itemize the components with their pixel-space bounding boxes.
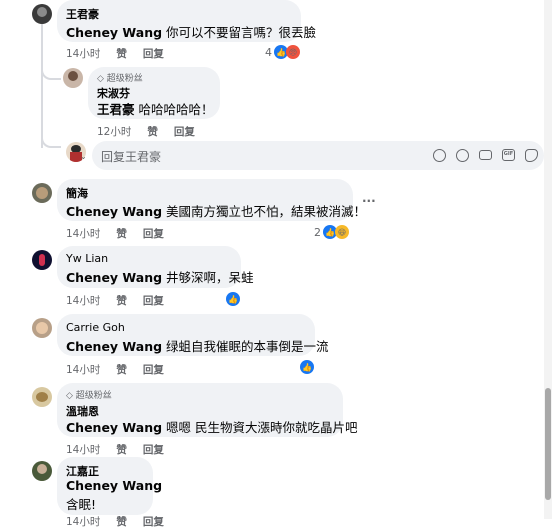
mention-link[interactable]: Cheney Wang — [66, 204, 162, 219]
avatar-sticker-icon[interactable] — [433, 149, 446, 162]
comment-text: Cheney Wang 绿蛆自我催眠的本事倒是一流 — [66, 336, 329, 355]
comment-body: 绿蛆自我催眠的本事倒是一流 — [166, 339, 329, 354]
reply-text: 王君豪 哈哈哈哈哈！ — [97, 99, 214, 118]
comment-body: 含眠! — [66, 497, 97, 512]
reaction-summary[interactable]: 4 👍 😠 — [265, 45, 300, 59]
comment-text: Cheney Wang 井够深啊，呆蛙 — [66, 267, 254, 286]
avatar[interactable] — [32, 4, 52, 24]
reply-button[interactable]: 回复 — [143, 293, 164, 308]
reply-button[interactable]: 回复 — [143, 46, 164, 61]
reply-button[interactable]: 回复 — [143, 226, 164, 241]
avatar[interactable] — [32, 250, 52, 270]
mention-link[interactable]: Cheney Wang — [66, 270, 162, 285]
avatar[interactable] — [32, 461, 52, 481]
comment-author[interactable]: 簡海 — [66, 185, 88, 201]
gif-icon[interactable]: GIF — [502, 149, 515, 161]
reaction-summary[interactable]: 👍 — [300, 360, 314, 374]
reaction-summary[interactable]: 👍 — [226, 292, 240, 306]
reply-input-placeholder: 回复王君豪 — [101, 150, 162, 164]
comment-author[interactable]: 王君豪 — [66, 6, 99, 22]
like-button[interactable]: 赞 — [116, 226, 127, 241]
like-button[interactable]: 赞 — [116, 442, 127, 457]
reply-button[interactable]: 回复 — [174, 124, 195, 139]
reply-body: 哈哈哈哈哈！ — [138, 102, 214, 117]
reply-time[interactable]: 12小时 — [97, 124, 131, 139]
comment-time[interactable]: 14小时 — [66, 362, 100, 377]
comment-meta: 14小时 赞 回复 — [66, 226, 180, 241]
mention-link[interactable]: 王君豪 — [97, 102, 135, 117]
like-button[interactable]: 赞 — [116, 514, 127, 529]
like-button[interactable]: 赞 — [147, 124, 158, 139]
reply-meta: 12小时 赞 回复 — [97, 124, 211, 139]
mention-link[interactable]: Cheney Wang — [66, 478, 162, 493]
reaction-count: 4 — [265, 45, 272, 59]
reply-button[interactable]: 回复 — [143, 442, 164, 457]
like-button[interactable]: 赞 — [116, 46, 127, 61]
like-icon: 👍 — [226, 292, 240, 306]
comment-time[interactable]: 14小时 — [66, 514, 100, 529]
comment-author[interactable]: 江嘉正 — [66, 463, 99, 479]
thread-elbow — [41, 128, 61, 148]
thread-elbow — [41, 60, 61, 80]
mention-link[interactable]: Cheney Wang — [66, 339, 162, 354]
reply-button[interactable]: 回复 — [143, 514, 164, 529]
comment-text: Cheney Wang 你可以不要留言嗎？很丟臉 — [66, 22, 316, 41]
diamond-icon: ◇ — [97, 74, 104, 84]
comment-text: Cheney Wang 嗯嗯 民生物資大漲時你就吃晶片吧 — [66, 417, 358, 436]
camera-icon[interactable] — [479, 150, 492, 160]
comment-body: 你可以不要留言嗎？很丟臉 — [166, 25, 317, 40]
emoji-icon[interactable] — [456, 149, 469, 162]
angry-icon: 😠 — [286, 45, 300, 59]
like-button[interactable]: 赞 — [116, 362, 127, 377]
comment-meta: 14小时 赞 回复 — [66, 293, 180, 308]
comment-author[interactable]: Carrie Goh — [66, 321, 125, 334]
fan-badge: ◇ 超级粉丝 — [66, 391, 112, 401]
comment-time[interactable]: 14小时 — [66, 46, 100, 61]
comment-body: 井够深啊，呆蛙 — [166, 270, 254, 285]
comment-body: 美國南方獨立也不怕，結果被消滅！ — [166, 204, 367, 219]
reaction-count: 2 — [314, 225, 321, 239]
comment-time[interactable]: 14小时 — [66, 226, 100, 241]
more-options-icon[interactable]: ··· — [362, 194, 376, 208]
avatar[interactable] — [63, 68, 83, 88]
comment-author[interactable]: Yw Lian — [66, 252, 108, 265]
avatar[interactable] — [32, 387, 52, 407]
reply-button[interactable]: 回复 — [143, 362, 164, 377]
comment-mention: Cheney Wang — [66, 478, 162, 493]
like-icon: 👍 — [300, 360, 314, 374]
haha-icon: 😆 — [335, 225, 349, 239]
avatar[interactable] — [32, 318, 52, 338]
comment-body: 嗯嗯 民生物資大漲時你就吃晶片吧 — [166, 420, 358, 435]
like-button[interactable]: 赞 — [116, 293, 127, 308]
comment-time[interactable]: 14小时 — [66, 442, 100, 457]
comment-time[interactable]: 14小时 — [66, 293, 100, 308]
comment-meta: 14小时 赞 回复 — [66, 46, 180, 61]
comment-meta: 14小时 赞 回复 — [66, 442, 180, 457]
mention-link[interactable]: Cheney Wang — [66, 25, 162, 40]
fan-badge: ◇ 超级粉丝 — [97, 74, 143, 84]
diamond-icon: ◇ — [66, 391, 73, 401]
comment-meta: 14小时 赞 回复 — [66, 362, 180, 377]
avatar[interactable] — [32, 183, 52, 203]
comment-text: Cheney Wang 美國南方獨立也不怕，結果被消滅！ — [66, 201, 366, 220]
reaction-summary[interactable]: 2 👍 😆 — [314, 225, 349, 239]
chevron-down-icon[interactable]: ⌄ — [80, 152, 87, 161]
mention-link[interactable]: Cheney Wang — [66, 420, 162, 435]
scrollbar-thumb[interactable] — [545, 388, 551, 500]
comment-meta: 14小时 赞 回复 — [66, 514, 180, 529]
